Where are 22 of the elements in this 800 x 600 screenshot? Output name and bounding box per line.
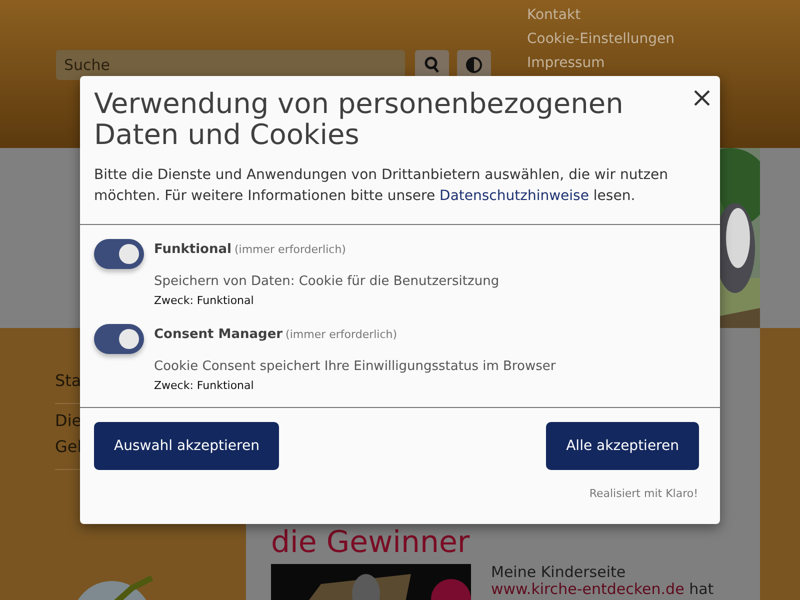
article-heading: die Gewinner	[271, 526, 471, 560]
article-text: Meine Kinderseite www.kirche-entdecken.de hat	[491, 564, 714, 600]
nav-link[interactable]: Impressum	[527, 54, 674, 72]
website-link[interactable]: www.kirche-entdecken.de	[491, 580, 684, 598]
klaro-link[interactable]: Realisiert mit Klaro!	[589, 487, 698, 500]
service-name: Funktional (immer erforderlich)	[154, 241, 347, 259]
contrast-icon	[466, 57, 482, 73]
nav-link[interactable]: Cookie-Einstellungen	[527, 30, 674, 48]
service-purpose: Zweck: Funktional	[154, 294, 255, 308]
toggle-switch[interactable]	[94, 239, 144, 269]
service-purpose: Zweck: Funktional	[154, 379, 255, 393]
service-description: Speichern von Daten: Cookie für die Benutzersitzung	[154, 274, 500, 290]
accept-button[interactable]: Auswahl akzeptieren	[94, 422, 280, 470]
privacy-link[interactable]: Datenschutzhinweise	[440, 188, 589, 204]
nav-link[interactable]: Kontakt	[527, 6, 674, 24]
toggle-switch[interactable]	[94, 324, 144, 354]
search-icon	[424, 56, 440, 74]
service-description: Cookie Consent speichert Ihre Einwilligungsstatus im Browser	[154, 359, 556, 375]
intro-text: Bitte die Dienste und Anwendungen von Drittanbietern auswählen, die wir nutzen möchten. Für weitere Informationen bitte unsere Datenschutzhinweise lesen.	[94, 166, 670, 206]
dialog-title: Verwendung von personenbezogenen Daten und Cookies	[94, 88, 624, 150]
accept-button[interactable]: Alle akzeptieren	[546, 422, 699, 470]
service-name: Consent Manager (immer erforderlich)	[154, 326, 398, 344]
